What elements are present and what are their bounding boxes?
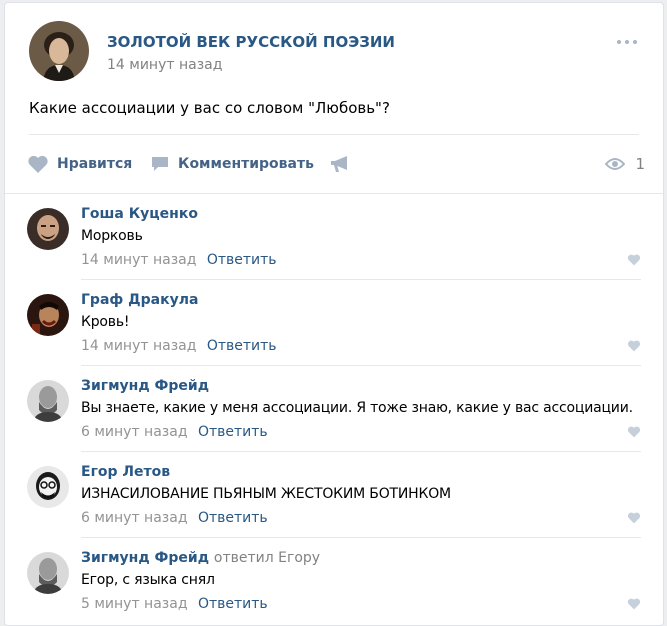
comment-author-link[interactable]: Зигмунд Фрейд — [81, 378, 209, 394]
comment-item: Граф Дракула Кровь! 14 минут назад Ответ… — [5, 280, 663, 366]
post-timestamp[interactable]: 14 минут назад — [107, 57, 222, 73]
comment-button[interactable]: Комментировать — [150, 149, 314, 179]
heart-icon — [28, 155, 48, 173]
comment-meta: 14 минут назад Ответить — [81, 252, 277, 268]
share-button[interactable] — [329, 149, 351, 179]
comment-meta: 5 минут назад Ответить — [81, 596, 268, 612]
like-label: Нравится — [57, 156, 133, 172]
group-name-link[interactable]: ЗОЛОТОЙ ВЕК РУССКОЙ ПОЭЗИИ — [107, 33, 395, 51]
eye-icon — [605, 158, 626, 170]
heart-icon[interactable] — [627, 254, 641, 266]
reply-link[interactable]: Ответить — [207, 338, 277, 354]
comment-item: Егор Летов ИЗНАСИЛОВАНИЕ ПЬЯНЫМ ЖЕСТОКИМ… — [5, 452, 663, 538]
comment-item: Зигмунд Фрейд Вы знаете, какие у меня ас… — [5, 366, 663, 452]
comment-meta: 14 минут назад Ответить — [81, 338, 277, 354]
views-count: 1 — [635, 155, 645, 173]
commenter-avatar[interactable] — [27, 294, 69, 336]
comment-author-link[interactable]: Гоша Куценко — [81, 206, 198, 222]
reply-link[interactable]: Ответить — [198, 510, 268, 526]
more-horizontal-icon[interactable] — [617, 37, 641, 47]
heart-icon[interactable] — [627, 426, 641, 438]
comment-author-link[interactable]: Зигмунд Фрейд ответил Егору — [81, 550, 320, 566]
comment-text: Вы знаете, какие у меня ассоциации. Я то… — [81, 400, 633, 416]
comment-text: Морковь — [81, 228, 143, 244]
comment-time[interactable]: 14 минут назад — [81, 252, 196, 268]
commenter-avatar[interactable] — [27, 208, 69, 250]
megaphone-icon — [331, 156, 347, 172]
commenter-avatar[interactable] — [27, 552, 69, 594]
divider — [29, 134, 639, 135]
heart-icon[interactable] — [627, 340, 641, 352]
comment-item: Гоша Куценко Морковь 14 минут назад Отве… — [5, 194, 663, 280]
commenter-avatar[interactable] — [27, 466, 69, 508]
comment-meta: 6 минут назад Ответить — [81, 424, 268, 440]
post-actions-bar: Нравится Комментировать 1 — [25, 149, 645, 179]
heart-icon[interactable] — [627, 512, 641, 524]
comment-text: ИЗНАСИЛОВАНИЕ ПЬЯНЫМ ЖЕСТОКИМ БОТИНКОМ — [81, 486, 451, 502]
comment-author-link[interactable]: Егор Летов — [81, 464, 170, 480]
comment-text: Кровь! — [81, 314, 130, 330]
comment-time[interactable]: 14 минут назад — [81, 338, 196, 354]
reply-to-label[interactable]: ответил Егору — [214, 550, 320, 566]
comment-author-link[interactable]: Граф Дракула — [81, 292, 198, 308]
commenter-avatar[interactable] — [27, 380, 69, 422]
reply-link[interactable]: Ответить — [198, 424, 268, 440]
comment-time[interactable]: 6 минут назад — [81, 424, 188, 440]
views-counter: 1 — [605, 149, 645, 179]
comment-bubble-icon — [152, 157, 168, 171]
comment-text: Егор, с языка снял — [81, 572, 215, 588]
comment-time[interactable]: 6 минут назад — [81, 510, 188, 526]
reply-link[interactable]: Ответить — [207, 252, 277, 268]
comment-label: Комментировать — [178, 156, 314, 172]
comment-meta: 6 минут назад Ответить — [81, 510, 268, 526]
comment-item: Зигмунд Фрейд ответил Егору Егор, с язык… — [5, 538, 663, 624]
heart-icon[interactable] — [627, 598, 641, 610]
post-text: Какие ассоциации у вас со словом "Любовь… — [29, 99, 390, 117]
post-card: ЗОЛОТОЙ ВЕК РУССКОЙ ПОЭЗИИ 14 минут наза… — [4, 2, 664, 626]
like-button[interactable]: Нравится — [27, 149, 132, 179]
reply-link[interactable]: Ответить — [198, 596, 268, 612]
comment-time[interactable]: 5 минут назад — [81, 596, 188, 612]
group-avatar[interactable] — [29, 21, 89, 81]
